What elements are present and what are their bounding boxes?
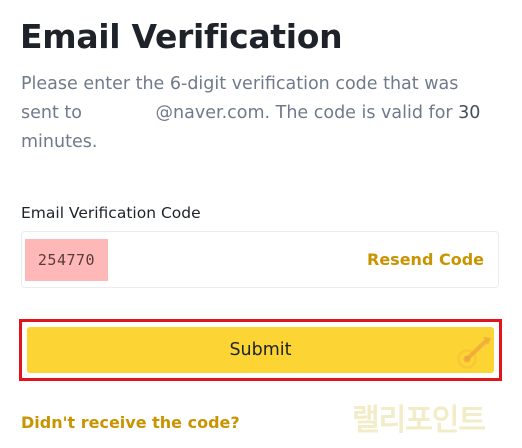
verification-description: Please enter the 6-digit verification co… bbox=[21, 70, 501, 157]
arrow-target-icon bbox=[457, 337, 491, 369]
submit-button-label: Submit bbox=[229, 340, 292, 360]
watermark-logo: 랠리포인트 bbox=[352, 403, 486, 438]
description-line1: Please enter the 6-digit verification co… bbox=[21, 74, 459, 94]
description-line3: minutes. bbox=[21, 132, 98, 152]
submit-button[interactable]: Submit bbox=[27, 327, 494, 373]
email-verification-page: Email Verification Please enter the 6-di… bbox=[0, 0, 522, 448]
description-sent-to: sent to bbox=[21, 103, 82, 123]
resend-code-button[interactable]: Resend Code bbox=[367, 249, 484, 271]
description-email-domain: @naver.com. The code is valid for bbox=[155, 103, 459, 123]
page-title: Email Verification bbox=[20, 17, 343, 56]
description-minutes-number: 30 bbox=[458, 103, 481, 123]
submit-highlight-frame: Submit bbox=[19, 319, 502, 381]
code-field-label: Email Verification Code bbox=[21, 204, 201, 222]
didnt-receive-code-link[interactable]: Didn't receive the code? bbox=[21, 412, 240, 434]
code-input-field[interactable]: 254770 Resend Code bbox=[21, 231, 499, 288]
code-input-value[interactable]: 254770 bbox=[25, 239, 108, 281]
